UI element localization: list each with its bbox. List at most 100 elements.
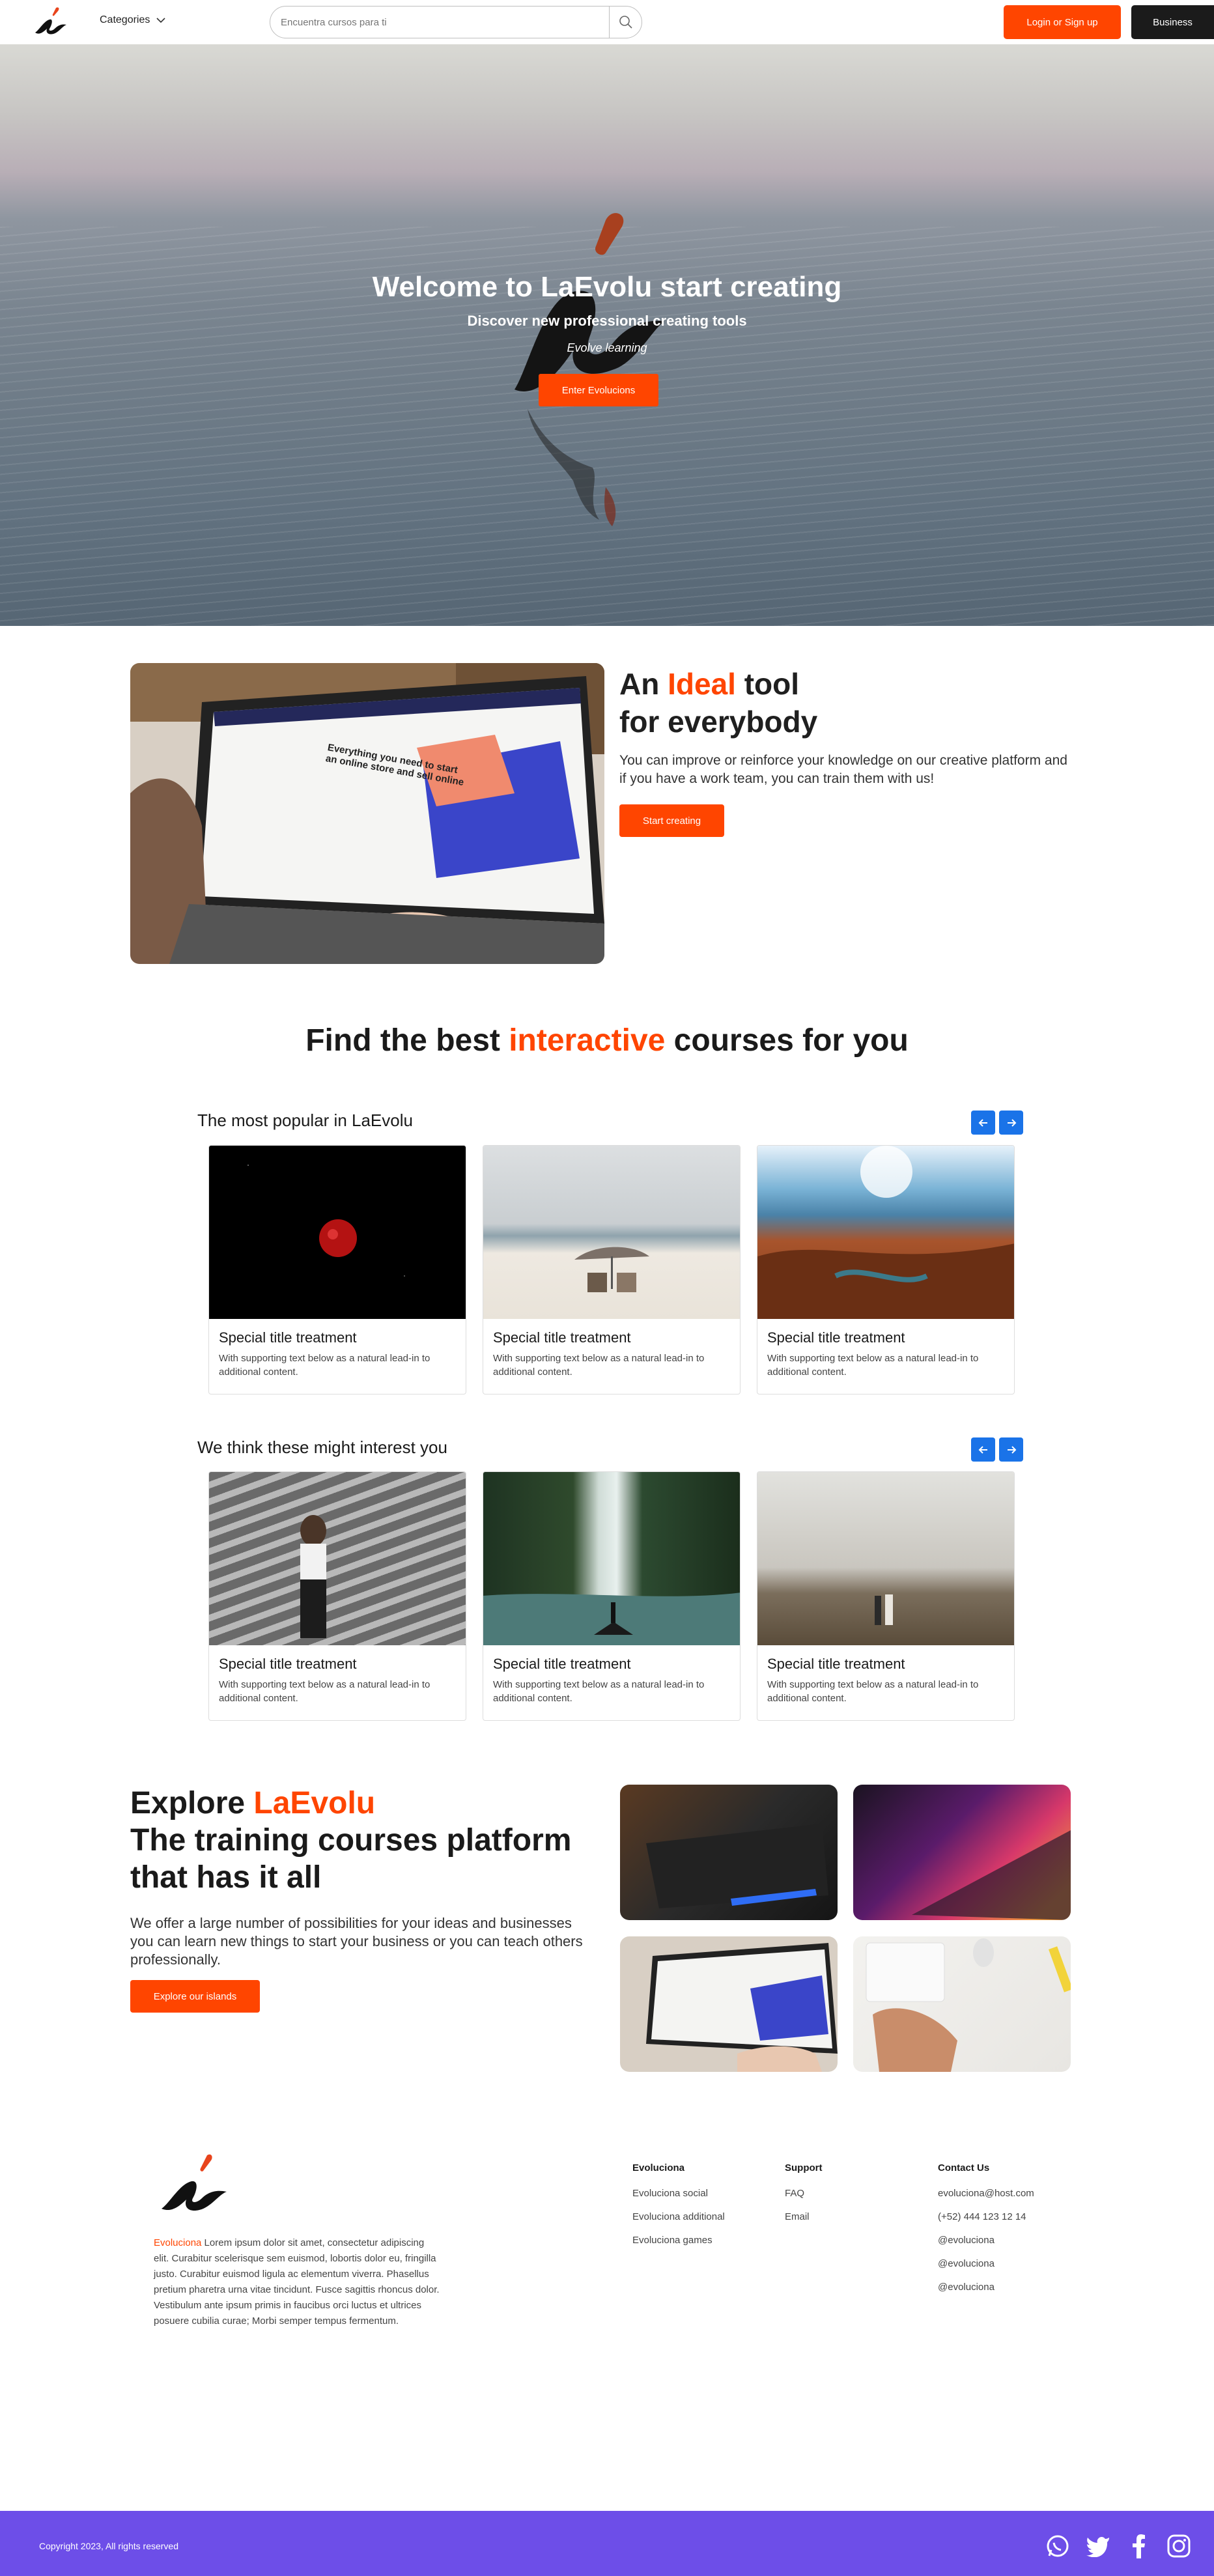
explore-heading: Explore LaEvolu The training courses pla… <box>130 1785 571 1896</box>
footer-link[interactable]: @evoluciona <box>938 2235 1034 2246</box>
popular-section: The most popular in LaEvolu Special titl… <box>0 1058 1214 1425</box>
course-card[interactable]: Special title treatment With supporting … <box>757 1471 1015 1721</box>
next-arrow-button[interactable] <box>999 1437 1023 1462</box>
next-arrow-button[interactable] <box>999 1111 1023 1135</box>
course-image-couple <box>757 1472 1014 1645</box>
copyright-text: Copyright 2023, All rights reserved <box>39 2541 178 2551</box>
desk-hand-photo <box>853 1936 1071 2072</box>
top-navbar: Categories Login or Sign up Business <box>0 0 1214 44</box>
course-card[interactable]: Special title treatment With supporting … <box>757 1145 1015 1394</box>
search-button[interactable] <box>609 7 642 38</box>
card-text: With supporting text below as a natural … <box>493 1679 705 1704</box>
copyright-bar: Copyright 2023, All rights reserved <box>0 2511 1214 2576</box>
footer-about-text: Lorem ipsum dolor sit amet, consectetur … <box>154 2237 440 2327</box>
arrow-right-icon <box>1007 1445 1016 1454</box>
prev-arrow-button[interactable] <box>971 1437 995 1462</box>
chevron-down-icon <box>156 18 165 23</box>
card-title: Special title treatment <box>767 1329 905 1346</box>
explore-heading-accent: LaEvolu <box>253 1786 376 1820</box>
course-image-waterfall <box>483 1472 740 1645</box>
ideal-heading-post: tool <box>735 667 800 701</box>
explore-heading-line3: that has it all <box>130 1860 322 1895</box>
footer-about: Evoluciona Lorem ipsum dolor sit amet, c… <box>154 2235 440 2329</box>
courses-heading-accent: interactive <box>509 1023 666 1058</box>
enter-evolucions-button[interactable]: Enter Evolucions <box>539 374 658 406</box>
arrow-right-icon <box>1007 1118 1016 1127</box>
logo[interactable] <box>33 7 70 38</box>
arrow-left-icon <box>978 1445 987 1454</box>
laptop-photo: Everything you need to start an online s… <box>130 663 604 964</box>
card-title: Special title treatment <box>767 1656 905 1672</box>
hero-title: Welcome to LaEvolu start creating <box>372 271 842 303</box>
ideal-heading-line2: for everybody <box>619 705 818 739</box>
footer-link[interactable]: @evoluciona <box>938 2258 1034 2269</box>
interest-carousel-controls <box>971 1437 1023 1462</box>
footer-column-title: Support <box>785 2162 823 2173</box>
card-title: Special title treatment <box>493 1329 631 1346</box>
course-card[interactable]: Special title treatment With supporting … <box>483 1471 741 1721</box>
popular-carousel-controls <box>971 1111 1023 1135</box>
whatsapp-icon[interactable] <box>1045 2533 1071 2559</box>
card-text: With supporting text below as a natural … <box>767 1353 979 1378</box>
footer-link[interactable]: Evoluciona games <box>632 2235 725 2246</box>
footer-column-title: Contact Us <box>938 2162 990 2173</box>
explore-section: Explore LaEvolu The training courses pla… <box>0 1785 1214 2123</box>
explore-heading-line2: The training courses platform <box>130 1823 572 1858</box>
card-text: With supporting text below as a natural … <box>219 1679 431 1704</box>
interest-cards: Special title treatment With supporting … <box>208 1471 1015 1721</box>
twitter-icon[interactable] <box>1085 2533 1111 2559</box>
categories-dropdown[interactable]: Categories <box>100 14 167 26</box>
hero-logo-sculpture <box>515 213 664 526</box>
card-text: With supporting text below as a natural … <box>219 1353 431 1378</box>
footer-logo <box>162 2154 227 2211</box>
ideal-tool-section: Everything you need to start an online s… <box>0 626 1214 964</box>
card-text: With supporting text below as a natural … <box>767 1679 979 1704</box>
business-button[interactable]: Business <box>1131 5 1214 39</box>
card-text: With supporting text below as a natural … <box>493 1353 705 1378</box>
footer-brand: Evoluciona <box>154 2237 202 2248</box>
footer-link[interactable]: evoluciona@host.com <box>938 2188 1034 2199</box>
course-image-canyon <box>757 1146 1014 1319</box>
interest-heading: We think these might interest you <box>197 1437 447 1457</box>
explore-heading-pre: Explore <box>130 1786 254 1820</box>
instagram-icon[interactable] <box>1166 2533 1192 2559</box>
footer-link[interactable]: (+52) 444 123 12 14 <box>938 2211 1034 2222</box>
footer-link[interactable]: Evoluciona additional <box>632 2211 725 2222</box>
hero-subtitle: Discover new professional creating tools <box>467 313 747 329</box>
courses-heading: Find the best interactive courses for yo… <box>0 1023 1214 1058</box>
ideal-description: You can improve or reinforce your knowle… <box>619 753 1067 786</box>
popular-heading: The most popular in LaEvolu <box>197 1111 413 1130</box>
explore-description: We offer a large number of possibilities… <box>130 1915 583 1968</box>
start-creating-button[interactable]: Start creating <box>619 804 724 837</box>
footer-column-evoluciona: Evoluciona Evoluciona social Evoluciona … <box>632 2162 725 2258</box>
search-input[interactable] <box>270 7 609 38</box>
laptop-store-photo <box>620 1936 838 2072</box>
search-bar <box>270 6 642 38</box>
footer-link[interactable]: Evoluciona social <box>632 2188 725 2199</box>
course-image-model <box>209 1472 466 1645</box>
course-card[interactable]: Special title treatment With supporting … <box>208 1471 466 1721</box>
course-card[interactable]: Special title treatment With supporting … <box>483 1145 741 1394</box>
courses-heading-pre: Find the best <box>305 1023 509 1058</box>
courses-heading-post: courses for you <box>665 1023 909 1058</box>
footer: Evoluciona Lorem ipsum dolor sit amet, c… <box>0 2123 1214 2393</box>
ideal-heading-pre: An <box>619 667 668 701</box>
course-card[interactable]: Special title treatment With supporting … <box>208 1145 466 1394</box>
card-title: Special title treatment <box>493 1656 631 1672</box>
footer-column-title: Evoluciona <box>632 2162 685 2173</box>
card-title: Special title treatment <box>219 1656 357 1672</box>
laptop-neon-photo <box>853 1785 1071 1920</box>
facebook-icon[interactable] <box>1125 2533 1151 2559</box>
course-image-beach <box>483 1146 740 1319</box>
footer-link[interactable]: Email <box>785 2211 823 2222</box>
footer-column-contact: Contact Us evoluciona@host.com (+52) 444… <box>938 2162 1034 2305</box>
prev-arrow-button[interactable] <box>971 1111 995 1135</box>
interest-section: We think these might interest you Specia… <box>0 1425 1214 1751</box>
footer-column-support: Support FAQ Email <box>785 2162 823 2235</box>
explore-islands-button[interactable]: Explore our islands <box>130 1980 260 2013</box>
card-title: Special title treatment <box>219 1329 357 1346</box>
footer-link[interactable]: @evoluciona <box>938 2282 1034 2293</box>
ideal-heading: An Ideal tool for everybody <box>619 665 817 741</box>
login-signup-button[interactable]: Login or Sign up <box>1004 5 1121 39</box>
footer-link[interactable]: FAQ <box>785 2188 823 2199</box>
